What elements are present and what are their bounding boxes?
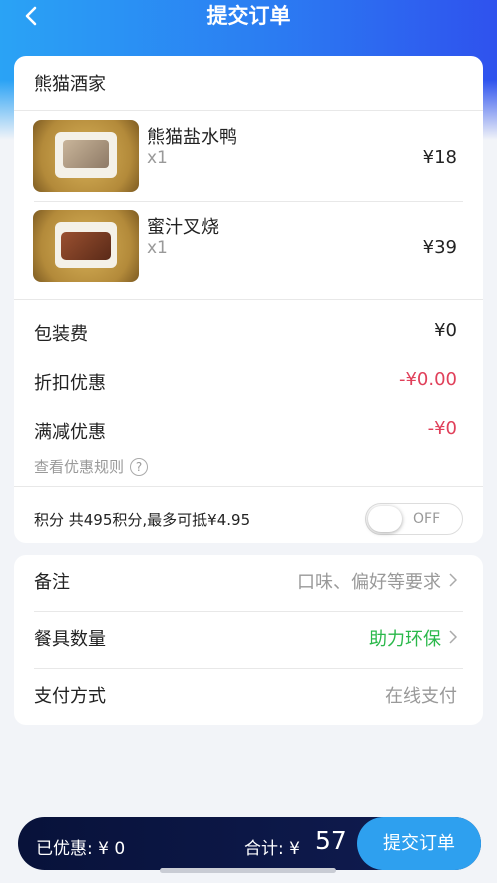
remark-placeholder: 口味、偏好等要求 <box>297 572 441 593</box>
tableware-row[interactable]: 餐具数量 助力环保 <box>34 612 458 668</box>
remark-label: 备注 <box>34 572 70 593</box>
item-quantity: x1 <box>147 238 168 258</box>
item-quantity: x1 <box>147 148 168 168</box>
total-label: 合计: ¥ <box>244 839 300 859</box>
chevron-right-icon <box>449 629 458 648</box>
payment-row: 支付方式 在线支付 <box>34 669 457 725</box>
tableware-option: 助力环保 <box>369 629 441 650</box>
extras-card: 备注 口味、偏好等要求 餐具数量 助力环保 支付方式 在线支付 <box>14 555 483 725</box>
payment-label: 支付方式 <box>34 686 106 707</box>
discount-value: -¥0.00 <box>398 369 457 390</box>
tableware-label: 餐具数量 <box>34 629 106 650</box>
total-discount: 已优惠: ¥ 0 <box>36 839 126 859</box>
packaging-fee-label: 包装费 <box>34 324 88 345</box>
item-name: 蜜汁叉烧 <box>147 217 219 238</box>
packaging-fee-row: 包装费 ¥0 <box>34 320 457 350</box>
checkout-bar: 已优惠: ¥ 0 合计: ¥ 57 提交订单 <box>18 817 481 870</box>
rules-link-label: 查看优惠规则 <box>34 458 125 476</box>
divider <box>14 299 483 300</box>
item-image <box>33 120 139 192</box>
divider <box>14 486 483 487</box>
remark-value: 口味、偏好等要求 <box>297 568 458 594</box>
list-item: 蜜汁叉烧 x1 ¥39 <box>14 201 483 291</box>
toggle-knob <box>368 506 402 532</box>
help-icon: ? <box>130 457 149 476</box>
shop-name: 熊猫酒家 <box>34 74 106 95</box>
order-card: 熊猫酒家 熊猫盐水鸭 x1 ¥18 蜜汁叉烧 x1 ¥39 包装费 ¥0 折扣优… <box>14 56 483 543</box>
item-name: 熊猫盐水鸭 <box>147 127 237 148</box>
item-image <box>33 210 139 282</box>
list-item: 熊猫盐水鸭 x1 ¥18 <box>14 111 483 201</box>
toggle-state-label: OFF <box>413 511 441 527</box>
points-toggle[interactable]: OFF <box>365 503 463 535</box>
full-reduction-value: -¥0 <box>427 418 457 439</box>
discount-row: 折扣优惠 -¥0.00 <box>34 369 457 399</box>
tableware-value: 助力环保 <box>369 625 458 651</box>
home-indicator <box>160 868 336 873</box>
packaging-fee-value: ¥0 <box>434 320 457 341</box>
discount-rules-link[interactable]: 查看优惠规则 ? <box>34 456 149 477</box>
discount-label: 折扣优惠 <box>34 373 106 394</box>
item-price: ¥39 <box>422 237 457 258</box>
full-reduction-label: 满减优惠 <box>34 422 106 443</box>
points-text: 积分 共495积分,最多可抵¥4.95 <box>34 511 251 529</box>
full-reduction-row: 满减优惠 -¥0 <box>34 418 457 448</box>
total-value: 57 <box>315 826 347 855</box>
page-title: 提交订单 <box>206 4 291 28</box>
item-price: ¥18 <box>422 147 457 168</box>
remark-row[interactable]: 备注 口味、偏好等要求 <box>34 555 458 611</box>
payment-value: 在线支付 <box>385 686 457 707</box>
chevron-right-icon <box>449 572 458 591</box>
submit-order-button[interactable]: 提交订单 <box>357 817 481 870</box>
